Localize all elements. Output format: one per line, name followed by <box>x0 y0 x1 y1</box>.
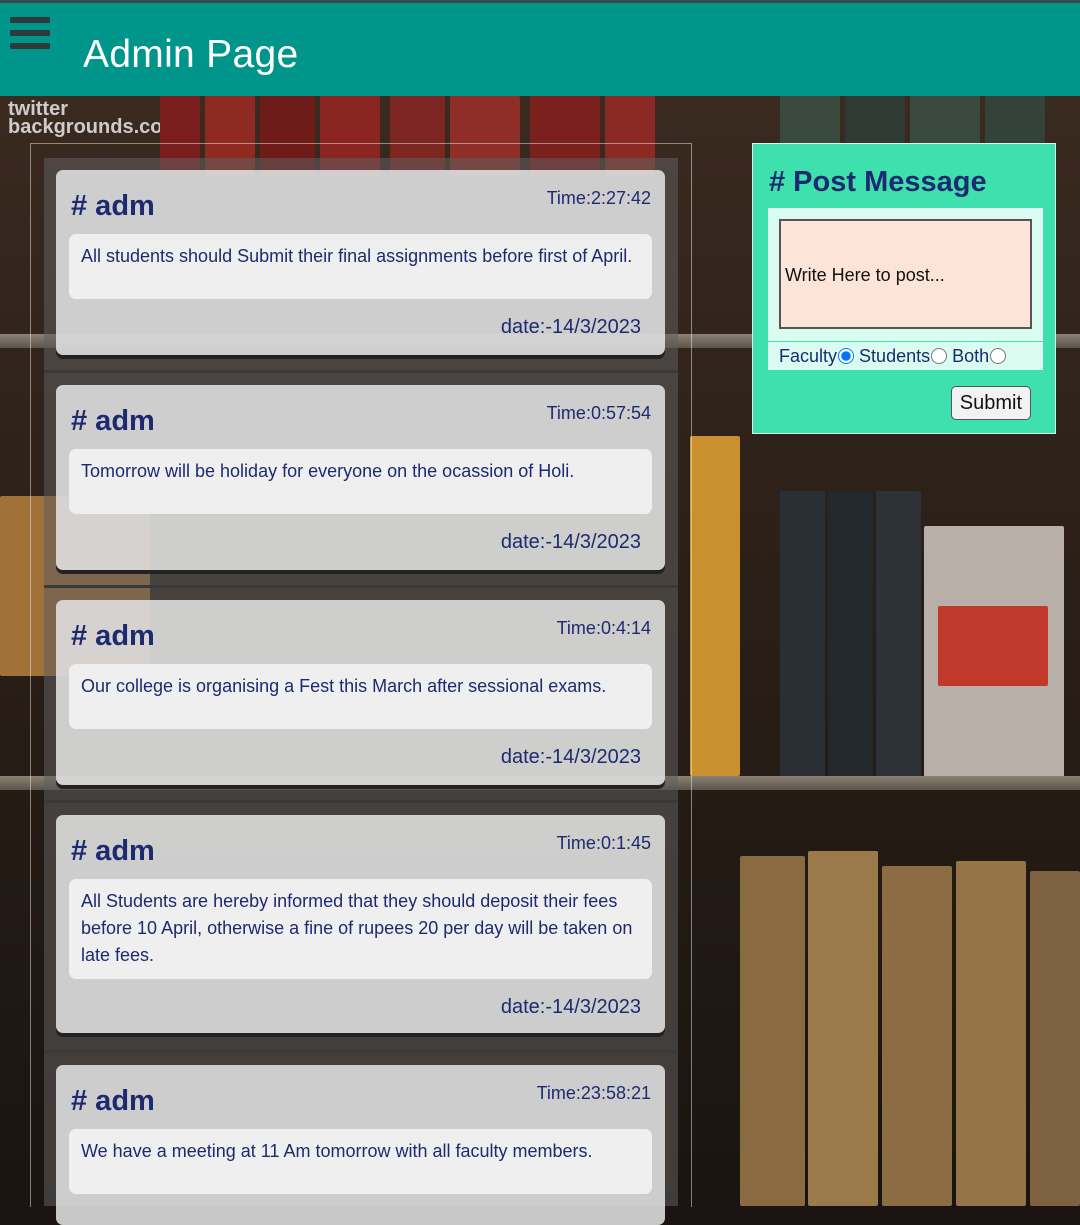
post-author: # adm <box>71 190 155 222</box>
post-message: Our college is organising a Fest this Ma… <box>69 664 652 729</box>
post-author: # adm <box>71 835 155 867</box>
post-date: date:-14/3/2023 <box>500 746 641 768</box>
hamburger-menu-icon[interactable] <box>10 17 50 53</box>
post-time: Time:0:4:14 <box>556 618 651 638</box>
post-date: date:-14/3/2023 <box>500 531 641 553</box>
radio-both[interactable] <box>990 348 1007 364</box>
post-card: # adm Time:2:27:42 All students should S… <box>56 170 665 355</box>
post-message: Tomorrow will be holiday for everyone on… <box>69 449 652 514</box>
radio-students[interactable] <box>931 348 948 364</box>
post-card: # adm Time:23:58:21 We have a meeting at… <box>56 1065 665 1225</box>
post-author: # adm <box>71 620 155 652</box>
page-title: Admin Page <box>83 33 299 76</box>
radio-faculty[interactable] <box>838 348 855 364</box>
post-divider <box>44 1050 678 1053</box>
submit-button[interactable]: Submit <box>950 386 1031 420</box>
post-message: We have a meeting at 11 Am tomorrow with… <box>69 1129 652 1194</box>
post-message-panel: # Post Message Faculty Students Both Sub… <box>752 143 1056 434</box>
post-time: Time:2:27:42 <box>546 188 651 208</box>
post-divider <box>44 585 678 588</box>
post-author: # adm <box>71 405 155 437</box>
post-card: # adm Time:0:57:54 Tomorrow will be holi… <box>56 385 665 570</box>
post-divider <box>44 800 678 803</box>
post-divider <box>44 370 678 373</box>
post-message: All students should Submit their final a… <box>69 234 652 299</box>
post-message: All Students are hereby informed that th… <box>69 879 652 979</box>
post-card: # adm Time:0:1:45 All Students are hereb… <box>56 815 665 1033</box>
panel-title: # Post Message <box>769 166 987 198</box>
post-date: date:-14/3/2023 <box>500 996 641 1018</box>
audience-radio-group: Faculty Students Both <box>768 342 1043 370</box>
post-author: # adm <box>71 1085 155 1117</box>
post-card: # adm Time:0:4:14 Our college is organis… <box>56 600 665 785</box>
radio-faculty-label[interactable]: Faculty <box>779 342 855 370</box>
post-date: date:-14/3/2023 <box>500 316 641 338</box>
message-input-wrapper <box>768 208 1043 341</box>
post-time: Time:0:1:45 <box>556 833 651 853</box>
background-watermark: twitter backgrounds.com <box>8 98 181 138</box>
post-time: Time:23:58:21 <box>536 1083 651 1103</box>
post-time: Time:0:57:54 <box>546 403 651 423</box>
app-bar: Admin Page <box>0 3 1080 96</box>
message-input[interactable] <box>779 219 1032 329</box>
radio-students-label[interactable]: Students <box>859 342 948 370</box>
radio-both-label[interactable]: Both <box>952 342 1007 370</box>
